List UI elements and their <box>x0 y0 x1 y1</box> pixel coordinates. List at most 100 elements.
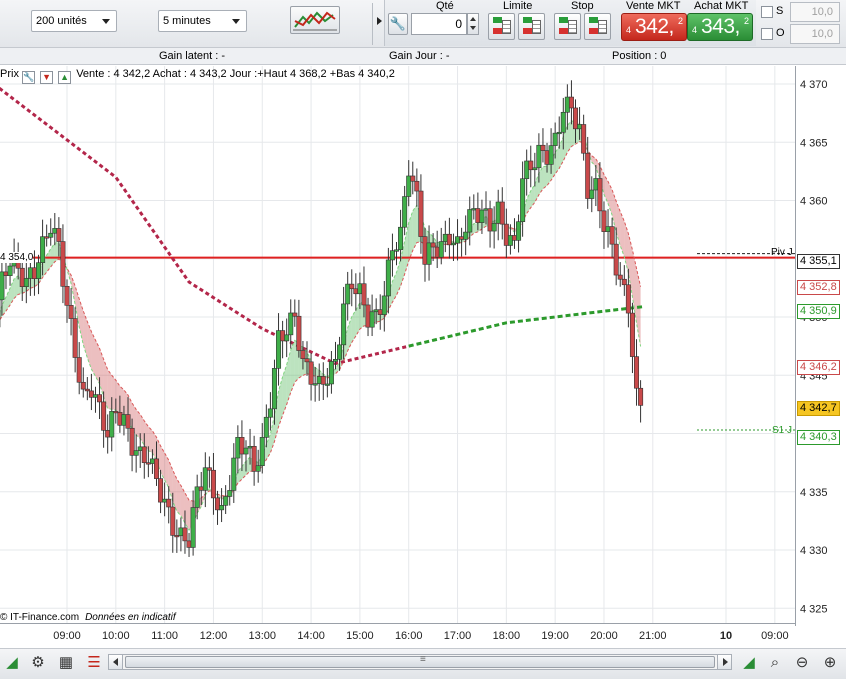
candle-body <box>414 180 420 192</box>
candle-body <box>198 486 204 491</box>
stop-s-input[interactable]: 10,0 <box>790 2 840 22</box>
candle-body <box>442 233 448 242</box>
indicators-button[interactable] <box>290 6 340 34</box>
candle <box>487 200 493 248</box>
candle-body <box>158 478 164 503</box>
arrow-up-icon[interactable]: ▲ <box>58 71 72 84</box>
stop-sell-button[interactable] <box>584 13 611 40</box>
candle <box>174 519 180 553</box>
candle-body <box>463 231 469 240</box>
candle <box>76 342 82 395</box>
candle-body <box>402 196 408 228</box>
candle-body <box>629 312 635 357</box>
zoom-in-icon[interactable]: ⊕ <box>820 653 840 673</box>
chart-type-icon[interactable]: ◢ <box>2 653 22 673</box>
sell-market-button[interactable]: 4 342, 2 <box>621 13 687 41</box>
ma-band <box>140 414 145 446</box>
stop-o-label: O <box>776 27 785 39</box>
settings-icon[interactable]: ⚙ <box>28 653 48 673</box>
candle-body <box>430 242 436 248</box>
calendar-icon[interactable]: ▦ <box>56 653 76 673</box>
candle-body <box>288 312 294 336</box>
ma-band <box>123 389 129 419</box>
candle-body <box>215 497 221 511</box>
left-price-label: 4 354,0 <box>0 252 34 263</box>
stop-s-checkbox[interactable] <box>761 6 773 18</box>
ma-band <box>148 426 153 453</box>
scroll-thumb[interactable] <box>125 654 715 668</box>
candle-body <box>109 411 115 438</box>
zoom-fit-icon[interactable]: ⌕ <box>765 653 785 673</box>
qty-label: Qté <box>436 0 454 12</box>
scroll-right-button[interactable] <box>717 655 731 669</box>
candle-body <box>36 262 42 279</box>
candle <box>206 456 212 488</box>
wrench-icon[interactable]: 🔧 <box>22 71 36 84</box>
stop-buy-button[interactable] <box>554 13 581 40</box>
ma-band <box>278 376 283 427</box>
candle <box>540 128 546 163</box>
candle-body <box>459 236 465 240</box>
order-grid-icon <box>502 20 511 34</box>
candle-body <box>345 283 351 305</box>
zoom-out-icon[interactable]: ⊖ <box>792 653 812 673</box>
candle-body <box>72 318 78 358</box>
candle <box>394 242 400 266</box>
limit-sell-button[interactable] <box>518 13 545 40</box>
sell-price-prefix: 4 <box>626 25 632 35</box>
candle-body <box>528 160 534 171</box>
quantity-stepper[interactable] <box>467 13 479 35</box>
candle <box>455 219 461 261</box>
order-settings-button[interactable]: 🔧 <box>388 13 408 35</box>
candle-body <box>475 208 481 223</box>
candle <box>365 297 371 337</box>
candle <box>528 145 534 188</box>
buy-market-button[interactable]: 4 343, 2 <box>687 13 753 41</box>
ma-band <box>620 211 625 257</box>
candle-body <box>479 209 485 223</box>
order-grid-icon <box>598 20 607 34</box>
candle-body <box>141 446 147 463</box>
stop-o-checkbox[interactable] <box>761 28 773 40</box>
price-chart[interactable]: 4 3704 3654 3604 3554 3504 3454 3404 335… <box>0 66 846 648</box>
candle-body <box>105 430 111 438</box>
order-panel-expand-icon[interactable] <box>377 17 382 25</box>
arrow-down-icon[interactable]: ▼ <box>40 71 54 84</box>
scroll-left-button[interactable] <box>109 655 123 669</box>
bars-icon[interactable]: ☰ <box>84 653 104 673</box>
candle-body <box>601 210 607 232</box>
prix-label: Prix <box>0 68 19 80</box>
candle-body <box>544 150 550 165</box>
ma-band <box>67 268 72 284</box>
candle <box>223 485 229 514</box>
stop-o-input[interactable]: 10,0 <box>790 24 840 44</box>
candlestick-chart-svg[interactable]: 4 3704 3654 3604 3554 3504 3454 3404 335… <box>0 66 846 648</box>
candle-body <box>267 408 273 418</box>
candle-body <box>206 467 212 471</box>
horizontal-scrollbar[interactable] <box>108 654 732 670</box>
interval-select[interactable]: 5 minutes <box>158 10 247 32</box>
candle-body <box>548 145 554 165</box>
candle-body <box>145 462 151 465</box>
candle <box>377 294 383 330</box>
x-tick-label: 11:00 <box>151 630 178 642</box>
limit-buy-button[interactable] <box>488 13 515 40</box>
candle-body <box>625 284 631 314</box>
candle-body <box>231 457 237 491</box>
candle <box>491 206 497 249</box>
ma-band <box>99 348 104 398</box>
quantity-select[interactable]: 200 unités <box>31 10 117 32</box>
candle <box>52 213 58 246</box>
candle-body <box>292 312 298 317</box>
ma-band <box>136 409 141 439</box>
candle-body <box>337 344 343 360</box>
candle-body <box>153 458 159 479</box>
quantity-input[interactable]: 0 <box>411 13 467 35</box>
candle-body <box>357 283 363 295</box>
candle <box>589 176 595 213</box>
auto-scroll-icon[interactable]: ◢ <box>739 653 759 673</box>
candle-body <box>353 288 359 295</box>
candle <box>511 218 517 249</box>
candle-body <box>44 236 50 239</box>
candle-body <box>64 286 70 306</box>
